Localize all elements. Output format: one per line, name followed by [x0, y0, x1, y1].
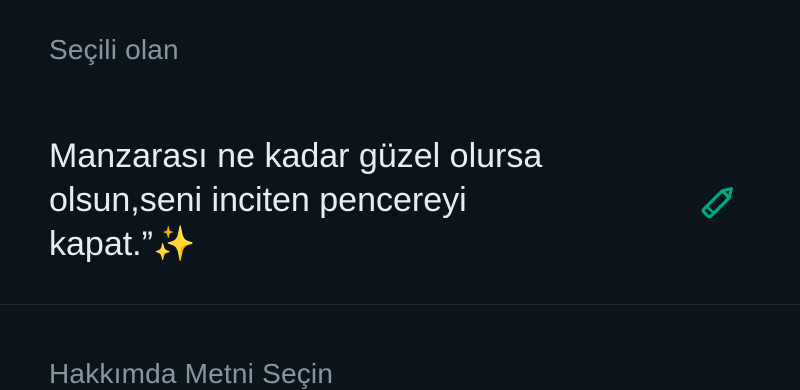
current-about-row[interactable]: Manzarası ne kadar güzel olursa olsun,se… — [0, 104, 800, 304]
current-about-text: Manzarası ne kadar güzel olursa olsun,se… — [49, 137, 543, 263]
edit-about-button[interactable] — [690, 174, 746, 230]
selected-section-header: Seçili olan — [49, 34, 179, 65]
section-divider — [0, 304, 800, 305]
about-settings-screen: Seçili olan Manzarası ne kadar güzel olu… — [0, 0, 800, 390]
pencil-icon — [701, 187, 733, 219]
choose-about-header: Hakkımda Metni Seçin — [49, 358, 334, 389]
